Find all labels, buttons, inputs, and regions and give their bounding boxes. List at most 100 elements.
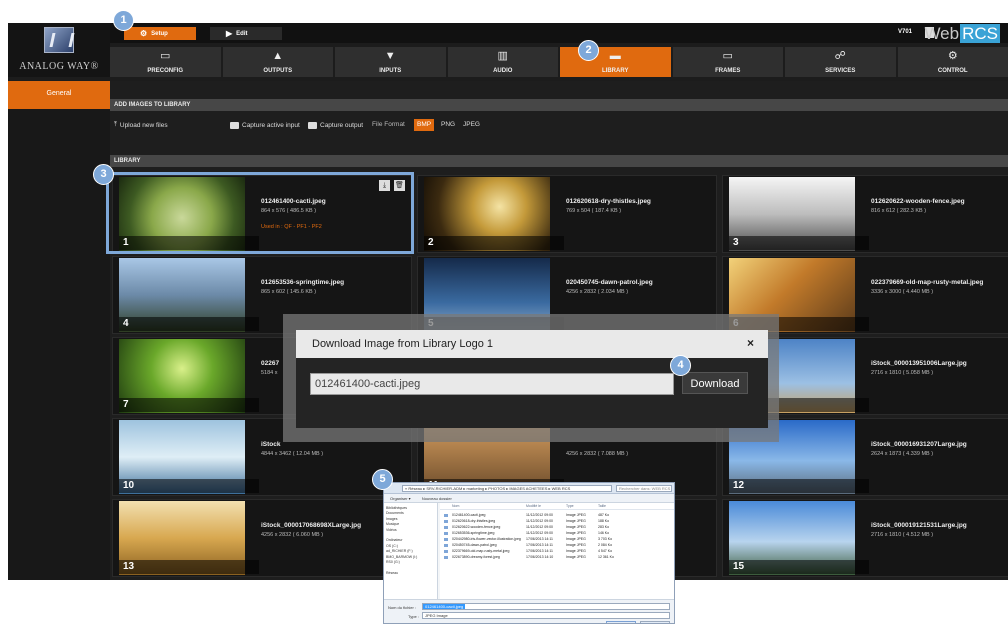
organize-button[interactable]: Organiser ▾ bbox=[390, 496, 411, 501]
download-dialog: Download Image from Library Logo 1 × 012… bbox=[296, 330, 768, 428]
file-row[interactable]: 022673890-dreamy-forest.jpeg 17/06/2013 1… bbox=[440, 554, 674, 559]
file-row[interactable]: 020450745-dawn-patrol.jpeg 17/06/2013 14:… bbox=[440, 542, 674, 547]
file-date: 11/12/2012 09:00 bbox=[526, 531, 553, 535]
image-file-icon bbox=[444, 537, 448, 541]
file-name: 020450745-dawn-patrol.jpeg bbox=[452, 543, 497, 547]
item-size: 4256 x 2832 ( 7.088 MB ) bbox=[566, 451, 629, 457]
upload-button[interactable]: ⤒ Upload new files bbox=[114, 119, 168, 131]
callout-5: 5 bbox=[372, 469, 393, 490]
tab-edit-label: Edit bbox=[236, 30, 248, 37]
item-number: 15 bbox=[729, 560, 869, 574]
library-icon: ▬ bbox=[609, 50, 621, 62]
file-row[interactable]: 012653536-springtime.jpeg 11/12/2012 09:0… bbox=[440, 530, 674, 535]
filename-field[interactable]: 012461400-cacti.jpeg bbox=[310, 373, 674, 395]
nav-preconfig[interactable]: ▭ PRECONFIG bbox=[110, 47, 221, 77]
format-png[interactable]: PNG bbox=[438, 119, 458, 131]
gear-icon: ⚙ bbox=[140, 29, 148, 38]
image-file-icon bbox=[444, 513, 448, 517]
format-bmp[interactable]: BMP bbox=[414, 119, 435, 131]
item-number: 7 bbox=[119, 398, 259, 412]
new-folder-button[interactable]: Nouveau dossier bbox=[422, 496, 452, 501]
sidebar-item-general[interactable]: General bbox=[8, 81, 110, 109]
nav-services[interactable]: ☍ SERVICES bbox=[785, 47, 896, 77]
file-type: Image JPEG bbox=[566, 513, 586, 517]
item-number: 2 bbox=[424, 236, 564, 250]
cancel-button[interactable] bbox=[640, 621, 670, 623]
item-size: 4844 x 3462 ( 12.04 MB ) bbox=[261, 451, 324, 457]
webrcs-brand: Web RCS bbox=[924, 24, 1000, 43]
nav-outputs[interactable]: ▲ OUTPUTS bbox=[222, 47, 333, 77]
item-number: 12 bbox=[729, 479, 869, 493]
filename-input[interactable]: 012461400-cacti.jpeg bbox=[422, 603, 670, 610]
file-type: Image JPEG bbox=[566, 543, 586, 547]
filetype-select[interactable]: JPEG Image bbox=[422, 612, 670, 619]
frames-icon: ▭ bbox=[722, 50, 733, 62]
item-filename: 022379669-old-map-rusty-metal.jpeg bbox=[871, 279, 984, 286]
tree-item[interactable]: Réseau bbox=[386, 571, 435, 576]
file-size: 283 Ko bbox=[598, 525, 610, 529]
item-size: 5184 x bbox=[261, 370, 278, 376]
tab-setup[interactable]: ⚙ Setup bbox=[124, 27, 196, 40]
file-row[interactable]: 012461400-cacti.jpeg 11/12/2012 09:00 Imag… bbox=[440, 512, 674, 517]
item-size: 4256 x 2832 ( 2.034 MB ) bbox=[566, 289, 629, 295]
file-row[interactable]: 020442980-iris-flower-vector-illustratio… bbox=[440, 536, 674, 541]
search-field[interactable]: Rechercher dans: WEB RCS bbox=[616, 485, 672, 492]
nav-inputs[interactable]: ▼ INPUTS bbox=[335, 47, 446, 77]
file-date: 11/12/2012 09:00 bbox=[526, 519, 553, 523]
image-file-icon bbox=[444, 525, 448, 529]
item-filename: 012620618-dry-thistles.jpeg bbox=[566, 198, 651, 205]
file-name: 022673890-dreamy-forest.jpeg bbox=[452, 555, 500, 559]
nav-control[interactable]: ⚙ CONTROL bbox=[897, 47, 1008, 77]
file-list-header: Nom Modifié le Type Taille bbox=[440, 503, 674, 510]
save-button[interactable] bbox=[606, 621, 636, 623]
item-filename: iStock_000019121531Large.jpg bbox=[871, 522, 967, 529]
format-jpeg[interactable]: JPEG bbox=[460, 119, 483, 131]
item-number: 13 bbox=[119, 560, 259, 574]
nav-frames[interactable]: ▭ FRAMES bbox=[672, 47, 783, 77]
file-row[interactable]: 012620622-wooden-fence.jpeg 11/12/2012 09… bbox=[440, 524, 674, 529]
tab-edit[interactable]: ▶ Edit bbox=[210, 27, 282, 40]
nav-audio[interactable]: ▥ AUDIO bbox=[447, 47, 558, 77]
file-name: 020442980-iris-flower-vector-illustratio… bbox=[452, 537, 521, 541]
item-filename: 020450745-dawn-patrol.jpeg bbox=[566, 279, 653, 286]
play-icon: ▶ bbox=[226, 29, 233, 38]
dialog-footer: Nom du fichier : 012461400-cacti.jpeg Ty… bbox=[384, 599, 674, 623]
control-icon: ⚙ bbox=[947, 50, 958, 62]
add-images-header: ADD IMAGES TO LIBRARY bbox=[110, 99, 1008, 111]
item-size: 769 x 504 ( 187.4 KB ) bbox=[566, 208, 622, 214]
dialog-toolbar: Organiser ▾ Nouveau dossier bbox=[384, 494, 674, 503]
file-size: 3 703 Ko bbox=[598, 537, 613, 541]
library-item[interactable]: 3 012620622-wooden-fence.jpeg 816 x 612 ( … bbox=[722, 175, 1008, 253]
file-type: Image JPEG bbox=[566, 537, 586, 541]
item-size: 2624 x 1873 ( 4.339 MB ) bbox=[871, 451, 934, 457]
image-file-icon bbox=[444, 555, 448, 559]
library-item[interactable]: 2 012620618-dry-thistles.jpeg 769 x 504 ( … bbox=[417, 175, 717, 253]
library-item[interactable]: 13 iStock_000017068698XLarge.jpg 4256 x 28… bbox=[112, 499, 412, 577]
file-row[interactable]: 012620618-dry-thistles.jpeg 11/12/2012 09… bbox=[440, 518, 674, 523]
dialog-title: Download Image from Library Logo 1 bbox=[312, 338, 493, 350]
image-file-icon bbox=[444, 549, 448, 553]
capture-input-button[interactable]: Capture active input bbox=[230, 119, 300, 131]
item-size: 4256 x 2832 ( 6.060 MB ) bbox=[261, 532, 324, 538]
item-filename: 02267 bbox=[261, 360, 280, 367]
path-field[interactable]: « Réseau ▸ SRV-RICHIER-ADM ▸ marketing ▸… bbox=[402, 485, 612, 492]
file-date: 11/12/2012 09:00 bbox=[526, 513, 553, 517]
item-filename: iStock bbox=[261, 441, 281, 448]
outputs-icon: ▲ bbox=[272, 50, 284, 62]
file-size: 487 Ko bbox=[598, 513, 610, 517]
library-header: LIBRARY bbox=[110, 155, 1008, 167]
file-name: 012620618-dry-thistles.jpeg bbox=[452, 519, 496, 523]
close-icon[interactable]: × bbox=[747, 336, 754, 350]
file-size: 12 361 Ko bbox=[598, 555, 614, 559]
callout-2: 2 bbox=[578, 40, 599, 61]
upload-icon: ⤒ bbox=[114, 121, 117, 128]
file-row[interactable]: 022379669-old-map-rusty-metal.jpeg 17/06/… bbox=[440, 548, 674, 553]
download-button[interactable]: Download bbox=[682, 372, 748, 394]
capture-output-button[interactable]: Capture output bbox=[308, 119, 363, 131]
item-size: 816 x 612 ( 282.3 KB ) bbox=[871, 208, 927, 214]
camera-icon bbox=[230, 121, 239, 129]
nav-library[interactable]: ▬ LIBRARY bbox=[560, 47, 671, 77]
file-type: Image JPEG bbox=[566, 525, 586, 529]
preconfig-icon: ▭ bbox=[160, 50, 171, 62]
library-item[interactable]: 15 iStock_000019121531Large.jpg 2716 x 181… bbox=[722, 499, 1008, 577]
